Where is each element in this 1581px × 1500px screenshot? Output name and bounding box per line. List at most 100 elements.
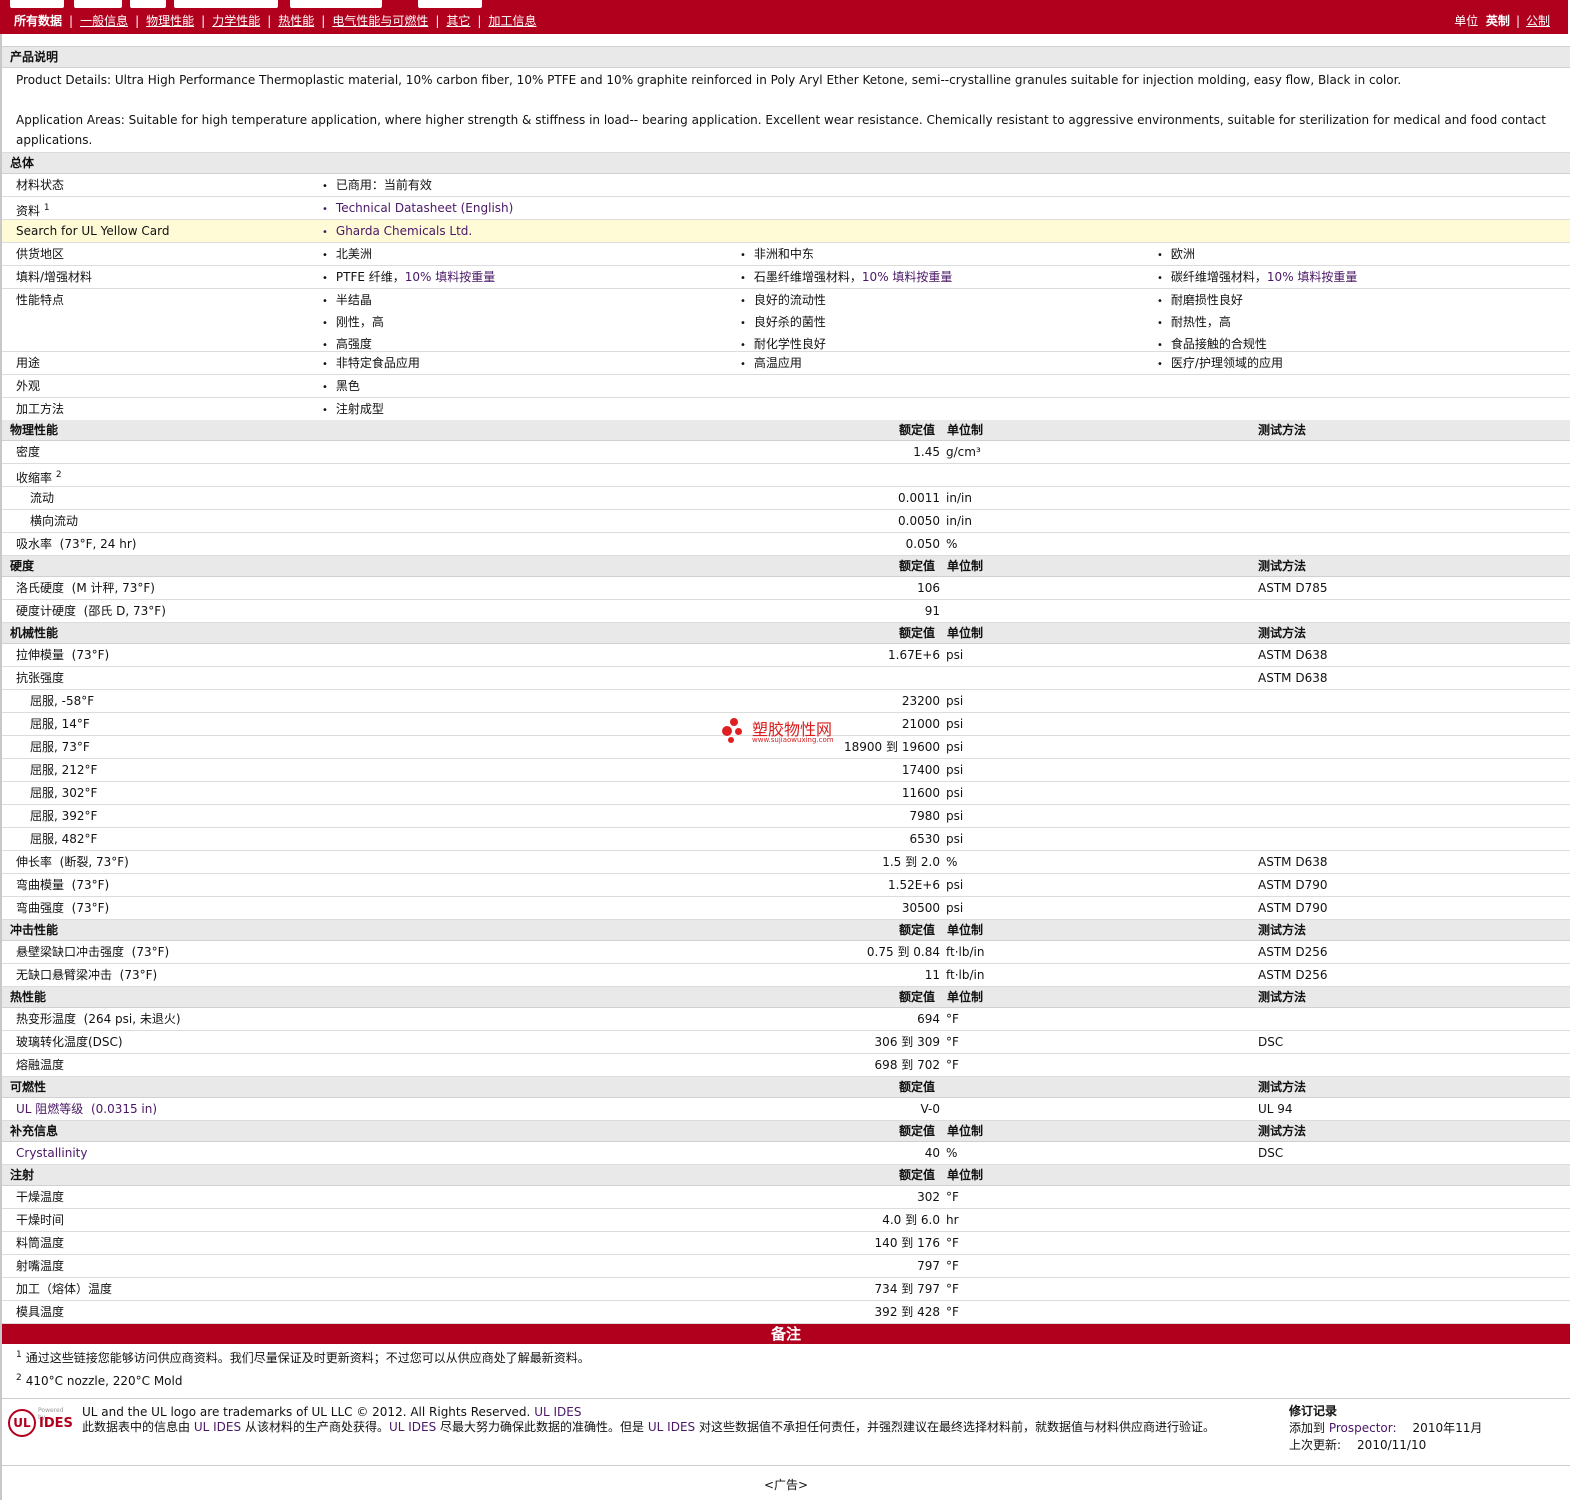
row-value: 4.0 到 6.0 bbox=[882, 1213, 940, 1227]
row-unit: °F bbox=[946, 1190, 959, 1204]
table-row: 熔融温度 698 到 702 °F bbox=[2, 1054, 1570, 1077]
section-title: 机械性能 bbox=[10, 626, 59, 640]
section-hardness: 硬度 额定值 单位制 测试方法 bbox=[2, 556, 1570, 577]
nav-general[interactable]: 一般信息 bbox=[80, 14, 128, 28]
row-value: 11600 bbox=[901, 786, 940, 800]
nav-mechanical[interactable]: 力学性能 bbox=[212, 14, 260, 28]
section-title: 产品说明 bbox=[10, 50, 59, 64]
row-method: ASTM D785 bbox=[1258, 581, 1328, 595]
nav-tab-1[interactable] bbox=[10, 0, 64, 8]
feature-item: 耐磨损性良好 bbox=[1157, 290, 1267, 312]
row-label: 资料 1 bbox=[16, 203, 50, 218]
row-label: 悬壁梁缺口冲击强度 (73°F) bbox=[16, 945, 170, 959]
use-item: 医疗/护理领域的应用 bbox=[1157, 352, 1283, 376]
table-row: 热变形温度 (264 psi, 未退火) 694 °F bbox=[2, 1008, 1570, 1031]
row-label: 外观 bbox=[16, 379, 41, 393]
col-header-method: 测试方法 bbox=[1258, 1080, 1307, 1094]
row-uses: 用途 非特定食品应用 高温应用 医疗/护理领域的应用 bbox=[2, 352, 1570, 375]
table-row: 密度 1.45 g/cm³ bbox=[2, 441, 1570, 464]
product-description: Product Details: Ultra High Performance … bbox=[2, 68, 1570, 153]
unit-metric-link[interactable]: 公制 bbox=[1526, 14, 1550, 28]
filler-item: PTFE 纤维，10% 填料按重量 bbox=[322, 266, 495, 290]
row-value: 30500 bbox=[901, 901, 940, 915]
section-title: 补充信息 bbox=[10, 1124, 59, 1138]
col-header-value: 额定值 bbox=[899, 1168, 936, 1182]
ul-ides-link[interactable]: UL IDES bbox=[534, 1405, 581, 1419]
row-unit: psi bbox=[946, 901, 964, 915]
row-method: ASTM D256 bbox=[1258, 945, 1328, 959]
supplier-link[interactable]: Gharda Chemicals Ltd. bbox=[322, 220, 472, 244]
nav-tab-5[interactable] bbox=[290, 0, 382, 8]
prospector-link[interactable]: Prospector: bbox=[1329, 1421, 1397, 1435]
unit-imperial[interactable]: 英制 bbox=[1486, 14, 1510, 28]
table-row: 流动 0.0011 in/in bbox=[2, 487, 1570, 510]
row-value: 1.52E+6 bbox=[888, 878, 940, 892]
section-title: 物理性能 bbox=[10, 423, 59, 437]
row-label: 填料/增强材料 bbox=[16, 270, 93, 284]
row-value: 0.75 到 0.84 bbox=[866, 945, 940, 959]
note-2: 2 410°C nozzle, 220°C Mold bbox=[2, 1367, 1570, 1390]
watermark-dots-icon bbox=[722, 718, 748, 744]
row-processing-method: 加工方法 注射成型 bbox=[2, 398, 1570, 420]
nav-thermal[interactable]: 热性能 bbox=[278, 14, 314, 28]
row-unit: °F bbox=[946, 1282, 959, 1296]
feature-item: 半结晶 bbox=[322, 290, 384, 312]
table-row: 弯曲强度 (73°F) 30500 psi ASTM D790 bbox=[2, 897, 1570, 920]
table-row: 屈服, 212°F 17400 psi bbox=[2, 759, 1570, 782]
section-description: 产品说明 bbox=[2, 46, 1570, 68]
row-value: 11 bbox=[924, 968, 940, 982]
row-value: 7980 bbox=[909, 809, 940, 823]
col-header-value: 额定值 bbox=[899, 1080, 936, 1094]
nav-tab-6[interactable] bbox=[418, 0, 482, 8]
ul-ides-link[interactable]: UL IDES bbox=[389, 1420, 436, 1434]
nav-tab-3[interactable] bbox=[130, 0, 166, 8]
ul-ides-link[interactable]: UL IDES bbox=[194, 1420, 241, 1434]
ul-logo-icon: UL bbox=[8, 1409, 36, 1437]
row-unit: % bbox=[946, 537, 958, 551]
row-value: 1.67E+6 bbox=[888, 648, 940, 662]
ad-label[interactable]: <广告> bbox=[2, 1470, 1570, 1500]
row-label: 屈服, 482°F bbox=[30, 832, 98, 846]
row-label: UL 阻燃等级 (0.0315 in) bbox=[16, 1102, 158, 1116]
table-row: 射嘴温度 797 °F bbox=[2, 1255, 1570, 1278]
tech-datasheet-link[interactable]: Technical Datasheet (English) bbox=[322, 197, 513, 221]
row-label: 屈服, 14°F bbox=[30, 717, 90, 731]
unit-switcher: 单位 英制 | 公制 bbox=[1454, 14, 1550, 28]
disclaimer: UL and the UL logo are trademarks of UL … bbox=[82, 1405, 1215, 1434]
nav-tab-4[interactable] bbox=[174, 0, 278, 8]
row-unit: ft·lb/in bbox=[946, 968, 985, 982]
table-row: 拉伸模量 (73°F) 1.67E+6 psi ASTM D638 bbox=[2, 644, 1570, 667]
row-label: 屈服, 302°F bbox=[30, 786, 98, 800]
row-label: 干燥时间 bbox=[16, 1213, 65, 1227]
section-supplemental: 补充信息 额定值 单位制 测试方法 bbox=[2, 1121, 1570, 1142]
nav-other[interactable]: 其它 bbox=[446, 14, 470, 28]
table-row: 屈服, 482°F 6530 psi bbox=[2, 828, 1570, 851]
col-header-value: 额定值 bbox=[899, 559, 936, 573]
section-nav: 所有数据 | 一般信息 | 物理性能 | 力学性能 | 热性能 | 电气性能与可燃性 | 其它 | 加工信息 bbox=[14, 14, 537, 28]
row-unit: psi bbox=[946, 648, 964, 662]
nav-all-data[interactable]: 所有数据 bbox=[14, 14, 62, 28]
section-physical: 物理性能 额定值 单位制 测试方法 bbox=[2, 420, 1570, 441]
row-regions: 供货地区 北美洲 非洲和中东 欧洲 bbox=[2, 243, 1570, 266]
row-value: 已商用：当前有效 bbox=[322, 174, 432, 198]
table-row: 横向流动 0.0050 in/in bbox=[2, 510, 1570, 533]
row-method: ASTM D790 bbox=[1258, 901, 1328, 915]
row-value: V-0 bbox=[920, 1102, 940, 1116]
col-header-value: 额定值 bbox=[899, 1124, 936, 1138]
col-header-method: 测试方法 bbox=[1258, 1124, 1307, 1138]
row-label: 用途 bbox=[16, 356, 41, 370]
ul-yellow-card-link[interactable]: Search for UL Yellow Card bbox=[16, 220, 169, 242]
nav-electrical[interactable]: 电气性能与可燃性 bbox=[332, 14, 428, 28]
row-method: ASTM D638 bbox=[1258, 671, 1328, 685]
nav-processing[interactable]: 加工信息 bbox=[488, 14, 536, 28]
feature-item: 刚性，高 bbox=[322, 312, 384, 334]
nav-physical[interactable]: 物理性能 bbox=[146, 14, 194, 28]
col-header-value: 额定值 bbox=[899, 423, 936, 437]
row-value: 黑色 bbox=[322, 375, 360, 399]
nav-tab-2[interactable] bbox=[74, 0, 122, 8]
table-row: 弯曲模量 (73°F) 1.52E+6 psi ASTM D790 bbox=[2, 874, 1570, 897]
use-item: 非特定食品应用 bbox=[322, 352, 420, 376]
row-method: ASTM D638 bbox=[1258, 855, 1328, 869]
footer: Powered by UL IDES UL and the UL logo ar… bbox=[2, 1398, 1570, 1466]
ul-ides-link[interactable]: UL IDES bbox=[648, 1420, 695, 1434]
